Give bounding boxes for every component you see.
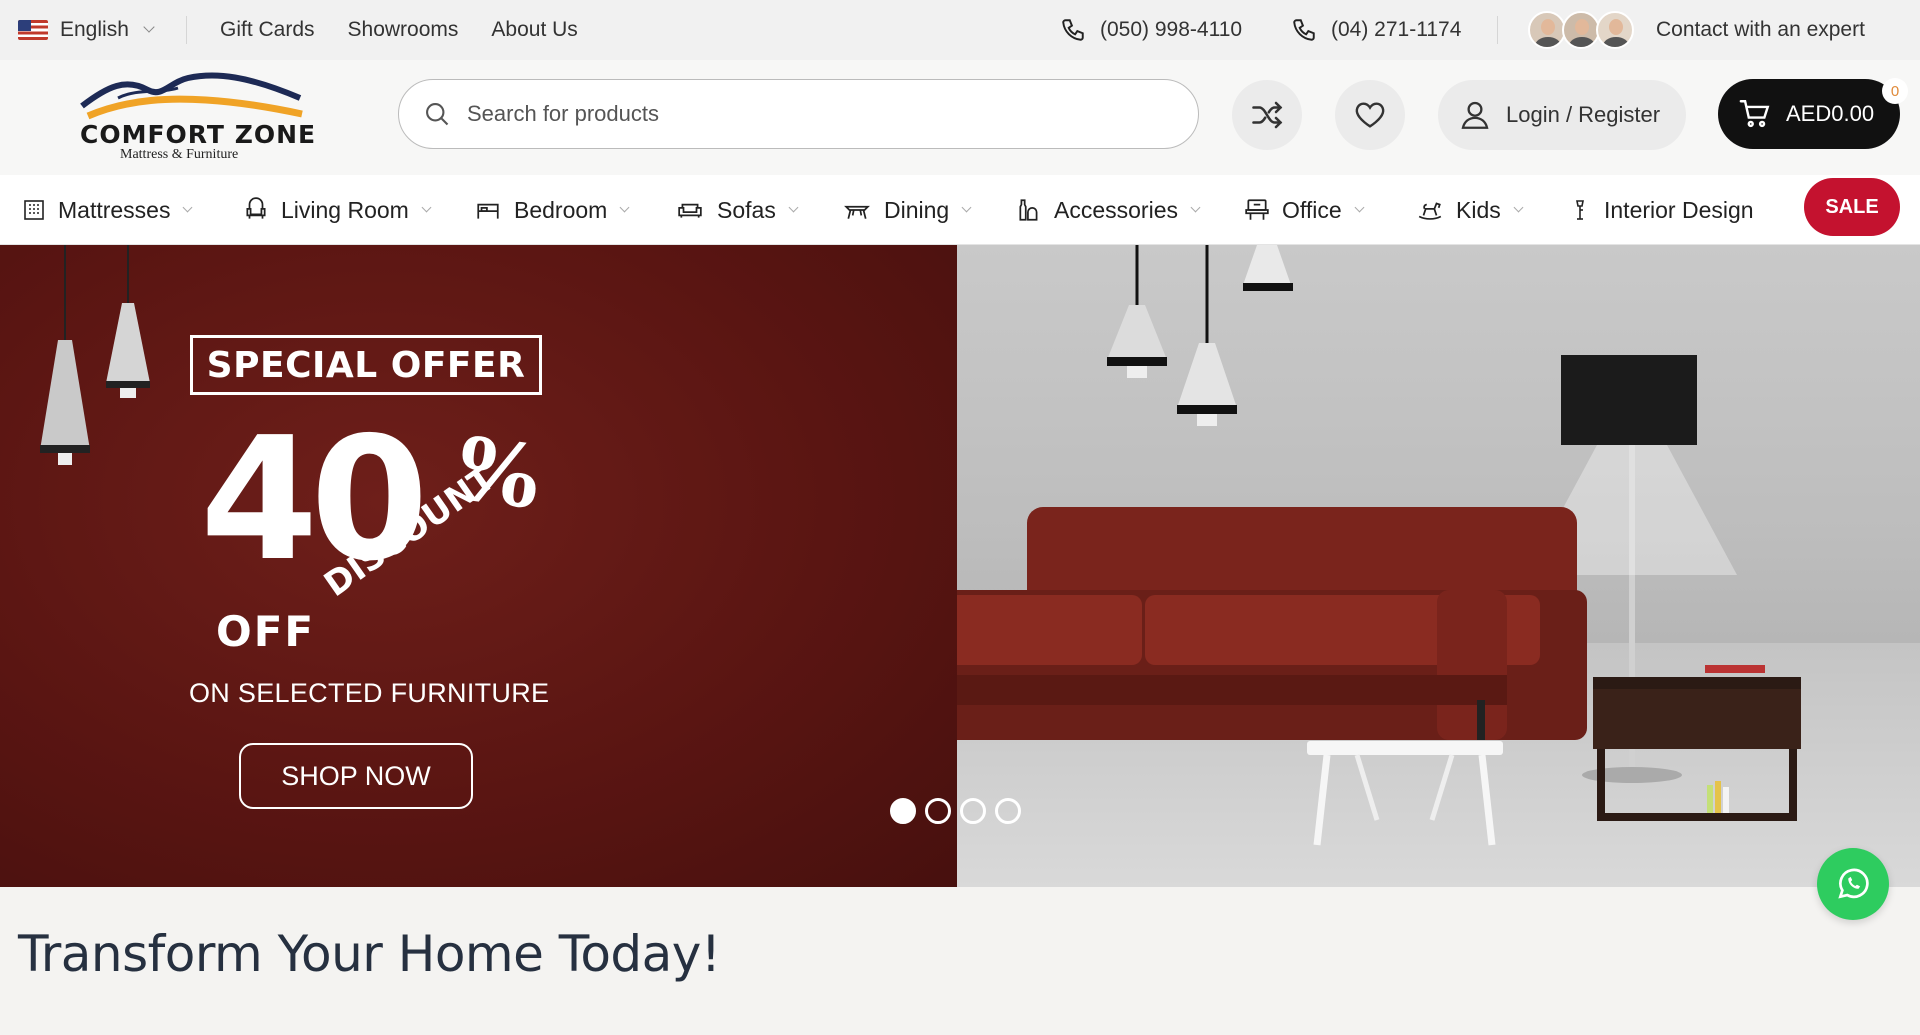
- nav-label: Dining: [884, 196, 950, 223]
- section-title: Transform Your Home Today!: [18, 925, 721, 983]
- logo-wave-icon: [80, 72, 303, 120]
- special-offer-badge: SPECIAL OFFER: [190, 335, 542, 395]
- nav-item-kids[interactable]: Kids: [1416, 175, 1524, 245]
- chevron-down-icon: [961, 202, 972, 212]
- phone-link-1[interactable]: (050) 998-4110: [1060, 0, 1242, 60]
- hero-promo-panel: SPECIAL OFFER 40 % OFF DISCOUNT ON SELEC…: [0, 245, 957, 887]
- nav-label: Interior Design: [1604, 196, 1754, 223]
- phone-icon: [1293, 19, 1315, 41]
- phone-link-2[interactable]: (04) 271-1174: [1291, 0, 1461, 60]
- divider: [186, 16, 187, 44]
- chevron-down-icon: [183, 202, 193, 212]
- carousel-dots: [890, 798, 1021, 824]
- special-offer-text: SPECIAL OFFER: [206, 344, 526, 386]
- home-section: Transform Your Home Today!: [0, 887, 1920, 1035]
- shuffle-icon: [1252, 101, 1283, 129]
- wishlist-button[interactable]: [1335, 80, 1405, 150]
- building-icon: [24, 200, 44, 220]
- nav-label: Living Room: [281, 196, 409, 223]
- carousel-dot-2[interactable]: [925, 798, 951, 824]
- login-register-button[interactable]: Login / Register: [1438, 80, 1686, 150]
- us-flag-icon: [18, 20, 48, 40]
- cart-icon: [1739, 100, 1770, 128]
- chevron-down-icon: [788, 202, 799, 212]
- whatsapp-icon: [1838, 868, 1869, 899]
- nav-item-bedroom[interactable]: Bedroom: [474, 175, 630, 245]
- off-text: OFF: [216, 607, 316, 656]
- nav-label: Kids: [1456, 196, 1501, 223]
- shop-now-button[interactable]: SHOP NOW: [239, 743, 473, 809]
- whatsapp-button[interactable]: [1817, 848, 1889, 920]
- phone-number-1: (050) 998-4110: [1100, 18, 1243, 41]
- nav-label: Bedroom: [514, 196, 608, 223]
- login-label: Login / Register: [1506, 102, 1661, 127]
- user-icon: [1461, 101, 1489, 129]
- top-bar: English Gift Cards Showrooms About Us (0…: [0, 0, 1920, 60]
- expert-avatars[interactable]: [1528, 11, 1634, 49]
- nav-label: Sofas: [717, 196, 776, 223]
- chevron-down-icon: [143, 21, 155, 33]
- lamp-icon: [1576, 200, 1584, 220]
- cart-button[interactable]: AED0.00: [1718, 79, 1900, 149]
- main-navigation: Mattresses Living Room Bedroom Sofas Din…: [0, 175, 1920, 245]
- phone-icon: [1062, 19, 1084, 41]
- sofa-icon: [678, 203, 702, 218]
- gift-cards-link[interactable]: Gift Cards: [220, 18, 315, 42]
- chevron-down-icon: [1354, 202, 1365, 212]
- chevron-down-icon: [1513, 202, 1524, 212]
- language-label: English: [60, 18, 129, 41]
- carousel-dot-4[interactable]: [995, 798, 1021, 824]
- armchair-icon: [246, 197, 266, 219]
- search-input[interactable]: [467, 101, 1127, 127]
- nav-item-living-room[interactable]: Living Room: [243, 175, 432, 245]
- nav-item-accessories[interactable]: Accessories: [1016, 175, 1201, 245]
- heart-icon: [1355, 102, 1385, 128]
- nav-item-office[interactable]: Office: [1244, 175, 1365, 245]
- chevron-down-icon: [619, 202, 630, 212]
- about-us-link[interactable]: About Us: [491, 18, 577, 42]
- chevron-down-icon: [1190, 202, 1201, 212]
- desk-icon: [1245, 199, 1269, 220]
- carousel-dot-3[interactable]: [960, 798, 986, 824]
- nav-item-mattresses[interactable]: Mattresses: [22, 175, 193, 245]
- avatar: [1562, 11, 1600, 49]
- compare-button[interactable]: [1232, 80, 1302, 150]
- nav-label: Mattresses: [58, 196, 171, 223]
- nav-label: Office: [1282, 196, 1342, 223]
- hero-banner[interactable]: SPECIAL OFFER 40 % OFF DISCOUNT ON SELEC…: [0, 245, 1920, 887]
- table-icon: [844, 205, 870, 219]
- nav-item-sofas[interactable]: Sofas: [675, 175, 799, 245]
- hero-image-panel: [957, 245, 1920, 887]
- vase-icon: [1019, 199, 1038, 221]
- chevron-down-icon: [421, 202, 432, 212]
- contact-expert-link[interactable]: Contact with an expert: [1656, 0, 1865, 60]
- phone-number-2: (04) 271-1174: [1331, 18, 1462, 41]
- sale-button[interactable]: SALE: [1804, 178, 1900, 236]
- carousel-dot-1[interactable]: [890, 798, 916, 824]
- nav-item-interior-design[interactable]: Interior Design: [1568, 175, 1754, 245]
- top-links: Gift Cards Showrooms About Us: [220, 0, 578, 60]
- logo-tagline: Mattress & Furniture: [120, 147, 239, 162]
- showrooms-link[interactable]: Showrooms: [348, 18, 459, 42]
- search-bar[interactable]: [398, 79, 1199, 149]
- site-logo[interactable]: COMFORT ZONE Mattress & Furniture: [78, 68, 315, 168]
- cart-total: AED0.00: [1786, 101, 1875, 126]
- rocking-horse-icon: [1418, 202, 1442, 220]
- nav-label: Accessories: [1054, 196, 1178, 223]
- divider: [1497, 16, 1498, 44]
- avatar: [1596, 11, 1634, 49]
- nav-item-dining[interactable]: Dining: [842, 175, 972, 245]
- search-icon: [426, 103, 449, 126]
- logo-text: COMFORT ZONE: [80, 120, 317, 149]
- language-selector[interactable]: English: [18, 0, 155, 60]
- bed-icon: [477, 203, 499, 219]
- cart-count-badge: 0: [1882, 78, 1908, 104]
- sofa-scene-illustration: [957, 245, 1801, 846]
- avatar: [1528, 11, 1566, 49]
- hero-subtitle: ON SELECTED FURNITURE: [189, 678, 550, 708]
